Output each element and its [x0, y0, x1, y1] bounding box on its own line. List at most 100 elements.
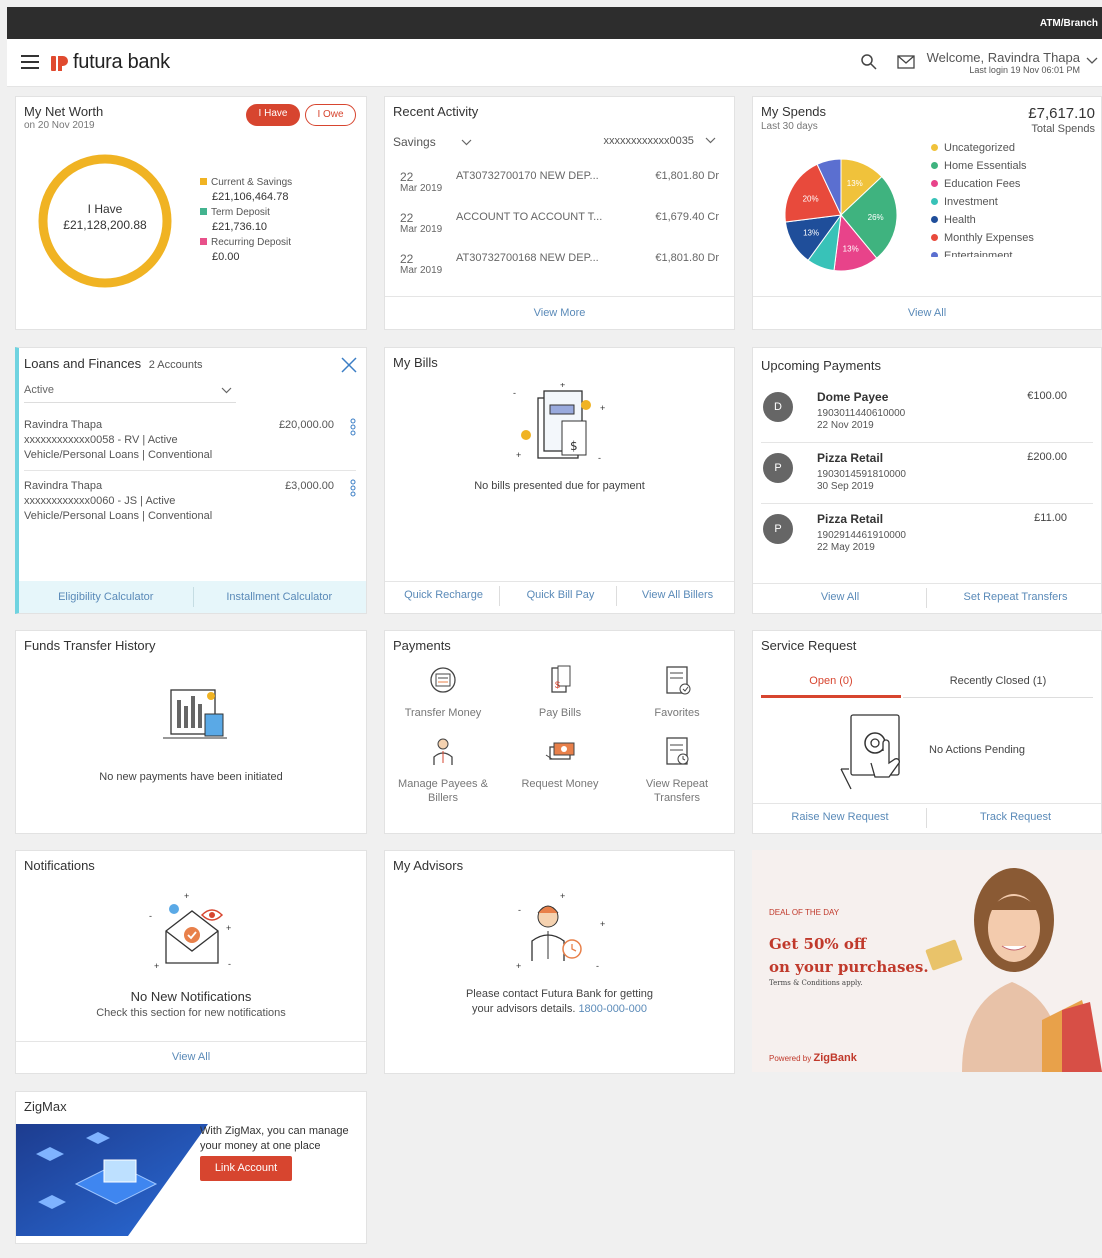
- view-more-link[interactable]: View More: [385, 307, 734, 319]
- track-request-link[interactable]: Track Request: [928, 811, 1101, 823]
- promo-headline-1: Get 50% off: [769, 935, 867, 953]
- quick-recharge-link[interactable]: Quick Recharge: [385, 589, 502, 601]
- card-title: Upcoming Payments: [761, 358, 881, 373]
- user-welcome[interactable]: Welcome, Ravindra Thapa Last login 19 No…: [927, 50, 1080, 75]
- spends-pie-chart: 13% 26% 13% 13% 20%: [784, 158, 898, 272]
- svg-text:-: -: [149, 911, 152, 921]
- payee-reference: 1902914461910000: [817, 530, 906, 541]
- mail-icon[interactable]: [897, 55, 915, 69]
- svg-text:-: -: [596, 961, 599, 971]
- pie-slice-label: 13%: [847, 179, 863, 188]
- legend-dot: [931, 144, 938, 151]
- legend-value: £0.00: [212, 251, 240, 263]
- card-title: Service Request: [761, 638, 857, 653]
- payment-tile[interactable]: Manage Payees & Billers: [388, 735, 498, 805]
- svg-text:+: +: [226, 923, 231, 933]
- spends-legend-item: Entertainment: [931, 247, 1101, 257]
- notifications-empty-title: No New Notifications: [130, 989, 252, 1004]
- payee-name: Pizza Retail: [817, 451, 884, 465]
- link-account-button[interactable]: Link Account: [200, 1156, 292, 1181]
- payment-date: 22 May 2019: [817, 542, 875, 553]
- advisors-message-line1: Please contact Futura Bank for getting: [465, 988, 654, 1000]
- payment-tile[interactable]: Request Money: [505, 735, 615, 791]
- request-money-icon: [545, 742, 575, 760]
- spends-legend-item: Health: [931, 211, 1101, 229]
- advisors-card: My Advisors - + + + - Please contact Futura …: [384, 850, 735, 1074]
- account-type-select[interactable]: Savings: [393, 135, 472, 149]
- raise-new-request-link[interactable]: Raise New Request: [753, 811, 927, 823]
- quick-bill-pay-link[interactable]: Quick Bill Pay: [502, 589, 619, 601]
- deal-of-the-day-label: DEAL OF THE DAY: [769, 908, 840, 917]
- notification-envelope-icon: - + + + -: [149, 893, 231, 971]
- installment-calculator-link[interactable]: Installment Calculator: [193, 591, 367, 603]
- payee-reference: 1903011440610000: [817, 408, 906, 419]
- upcoming-payment-row[interactable]: P Pizza Retail 1902914461910000 22 May 2019…: [753, 510, 1101, 566]
- payment-tile-label: Request Money: [521, 778, 599, 790]
- view-all-spends-link[interactable]: View All: [753, 307, 1101, 319]
- bank-logo[interactable]: futura bank: [49, 51, 170, 74]
- loan-item[interactable]: Ravindra Thapa £20,000.00 xxxxxxxxxxxx00…: [24, 418, 356, 463]
- manage-payees-icon: [433, 738, 453, 765]
- loans-card: Loans and Finances 2 Accounts Active Rav…: [15, 347, 367, 614]
- loan-item[interactable]: Ravindra Thapa £3,000.00 xxxxxxxxxxxx006…: [24, 479, 356, 524]
- payment-tile[interactable]: Favorites: [622, 664, 732, 720]
- promo-banner[interactable]: DEAL OF THE DAY Get 50% off on your purc…: [752, 850, 1102, 1072]
- payment-tile-label: View Repeat Transfers: [645, 778, 709, 804]
- loan-status-select[interactable]: Active: [24, 384, 236, 403]
- menu-icon[interactable]: [21, 55, 39, 69]
- loans-count: 2 Accounts: [148, 359, 203, 371]
- loan-calculators-bar: Eligibility Calculator Installment Calcu…: [19, 581, 366, 613]
- payment-tile[interactable]: View Repeat Transfers: [622, 735, 732, 805]
- zigmax-card: ZigMax With ZigMax, you can manage your …: [15, 1091, 367, 1244]
- upcoming-payment-row[interactable]: D Dome Payee 1903011440610000 22 Nov 2019 €1…: [753, 388, 1101, 444]
- tab-open-requests[interactable]: Open (0): [761, 675, 901, 698]
- set-repeat-transfers-link[interactable]: Set Repeat Transfers: [928, 591, 1101, 603]
- card-title: ZigMax: [24, 1099, 67, 1114]
- pay-bills-icon: $: [551, 665, 571, 693]
- spends-total: £7,617.10: [1028, 105, 1095, 122]
- zigmax-illustration: [16, 1124, 208, 1236]
- atm-branch-link[interactable]: ATM/Branch: [1040, 18, 1098, 29]
- search-icon[interactable]: [860, 53, 878, 71]
- upcoming-payment-row[interactable]: P Pizza Retail 1903014591810000 30 Sep 2019…: [753, 449, 1101, 505]
- payment-tile[interactable]: $ Pay Bills: [505, 664, 615, 720]
- payment-amount: £200.00: [1027, 451, 1067, 463]
- more-options-icon[interactable]: [350, 418, 356, 436]
- payment-date: 30 Sep 2019: [817, 481, 874, 492]
- legend-value: £21,736.10: [212, 221, 268, 233]
- card-title: Payments: [393, 638, 451, 653]
- i-have-tab[interactable]: I Have: [246, 104, 300, 126]
- card-title: Recent Activity: [393, 104, 479, 119]
- donut-center-value: £21,128,200.88: [63, 218, 147, 232]
- app-header: futura bank Welcome, Ravindra Thapa Last…: [7, 39, 1102, 87]
- view-all-upcoming-link[interactable]: View All: [753, 591, 927, 603]
- eligibility-calculator-link[interactable]: Eligibility Calculator: [19, 591, 193, 603]
- view-all-notifications-link[interactable]: View All: [16, 1051, 366, 1063]
- card-title: My Advisors: [393, 858, 464, 873]
- bills-card: My Bills $ - + + + - No bills presented due…: [384, 347, 735, 614]
- legend-item: Term Deposit: [200, 205, 292, 220]
- service-request-icon: [840, 714, 900, 790]
- card-title: Funds Transfer History: [24, 638, 156, 653]
- close-icon[interactable]: [340, 356, 358, 374]
- svg-text:-: -: [513, 388, 516, 398]
- card-title: Notifications: [24, 858, 95, 873]
- payments-card: Payments Transfer Money $ Pay Bills Favorit…: [384, 630, 735, 834]
- view-all-billers-link[interactable]: View All Billers: [619, 589, 734, 601]
- pie-slice-label: 13%: [803, 229, 819, 238]
- spends-legend-item: Home Essentials: [931, 157, 1101, 175]
- pie-slice-label: 13%: [843, 244, 859, 253]
- payee-reference: 1903014591810000: [817, 469, 906, 480]
- service-request-card: Service Request Open (0) Recently Closed…: [752, 630, 1102, 834]
- payment-tile[interactable]: Transfer Money: [388, 664, 498, 720]
- i-owe-tab[interactable]: I Owe: [305, 104, 356, 126]
- payment-tile-label: Pay Bills: [538, 707, 582, 719]
- advisor-phone-link[interactable]: 1800-000-000: [578, 1003, 647, 1015]
- payee-name: Pizza Retail: [817, 512, 884, 526]
- pie-slice-label: 20%: [803, 194, 819, 203]
- tab-recently-closed[interactable]: Recently Closed (1): [903, 675, 1093, 698]
- chevron-down-icon[interactable]: [1086, 57, 1098, 65]
- advisors-message-line2: your advisors details. 1800-000-000: [472, 1003, 647, 1015]
- account-number-select[interactable]: xxxxxxxxxxxx0035: [603, 135, 716, 147]
- more-options-icon[interactable]: [350, 479, 356, 497]
